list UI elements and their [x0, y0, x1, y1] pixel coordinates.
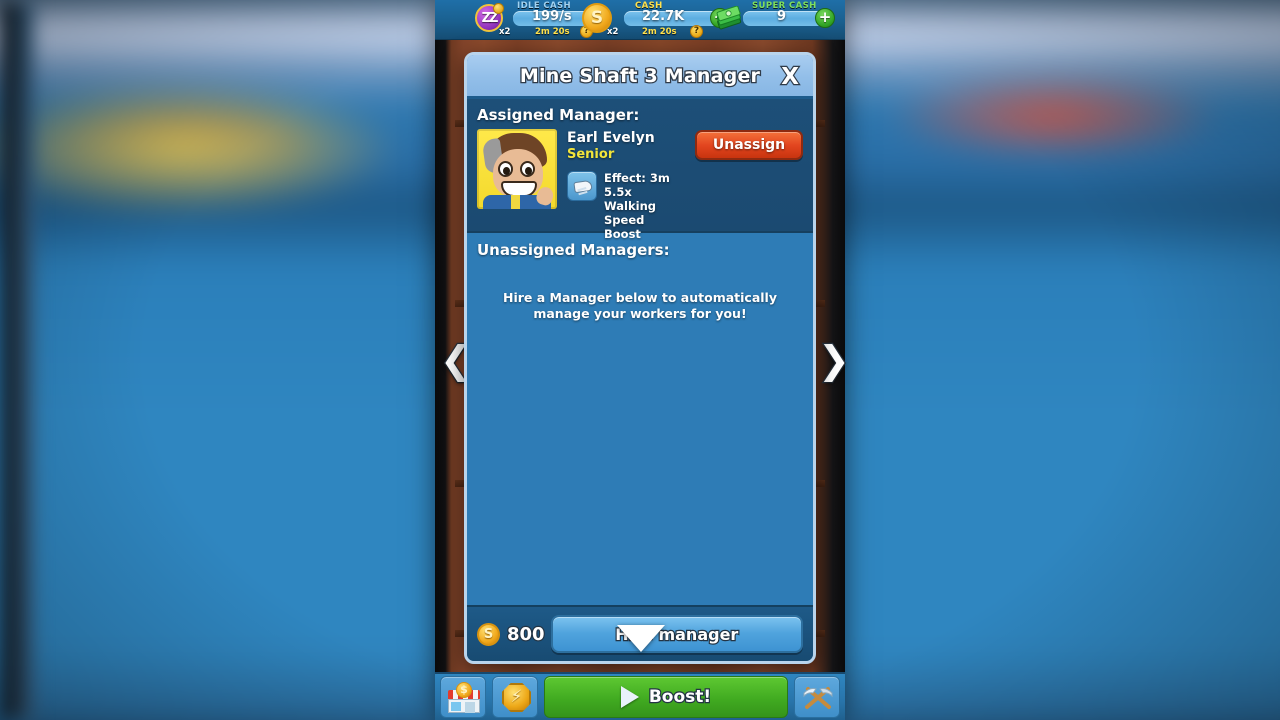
- hire-hint-line2: manage your workers for you!: [533, 306, 747, 321]
- cash-timer: 2m 20s: [642, 27, 677, 37]
- unassign-button[interactable]: Unassign: [695, 130, 803, 160]
- hire-price: S 800: [477, 622, 546, 646]
- avatar: [477, 129, 557, 209]
- idle-cash-timer: 2m 20s: [535, 27, 570, 37]
- unassigned-managers-heading: Unassigned Managers:: [477, 241, 670, 259]
- hire-manager-button[interactable]: Hire manager: [550, 615, 803, 653]
- unassigned-managers-list: Hire a Manager below to automatically ma…: [467, 290, 813, 622]
- pickaxe-shovel-icon[interactable]: [794, 676, 840, 718]
- hud-super-cash: SUPER CASH 9 +: [715, 0, 845, 40]
- super-cash-value: 9: [777, 9, 787, 24]
- idle-cash-value: 199/s: [532, 9, 572, 24]
- super-cash-add-button[interactable]: +: [815, 8, 835, 28]
- boost-token-icon[interactable]: ⚡: [492, 676, 538, 718]
- top-hud: ZZ IDLE CASH 199/s x2 2m 20s ? S CASH 22…: [435, 0, 845, 40]
- hud-cash: S CASH 22.7K x2 2m 20s ? +: [582, 0, 732, 40]
- hire-hint: Hire a Manager below to automatically ma…: [467, 290, 813, 322]
- hire-manager-label: Hire manager: [614, 623, 739, 644]
- cash-help-icon[interactable]: ?: [690, 25, 703, 38]
- cash-multiplier: x2: [607, 27, 619, 37]
- boost-button-label: Boost!: [648, 686, 713, 708]
- walking-speed-boot-icon: [567, 171, 597, 201]
- bottom-bar: $ ⚡ Boost!: [435, 672, 845, 720]
- manager-rank: Senior: [567, 147, 615, 162]
- manager-name: Earl Evelyn: [567, 130, 655, 146]
- modal-title-bar: Mine Shaft 3 Manager X: [467, 55, 813, 99]
- manager-info: Earl Evelyn Senior Effect: 3m 5.5x Walki…: [567, 129, 685, 241]
- effect-description-line2: Boost: [604, 227, 641, 241]
- effect-description-line1: 5.5x Walking Speed: [604, 185, 656, 227]
- assigned-manager-heading: Assigned Manager:: [477, 106, 640, 124]
- effect-duration: Effect: 3m: [604, 171, 670, 185]
- shop-icon[interactable]: $: [440, 676, 486, 718]
- assigned-manager-panel: Assigned Manager: Earl Evelyn Senior Eff…: [467, 99, 813, 241]
- page-title: Mine Shaft 3 Manager: [519, 63, 762, 88]
- play-icon: [620, 686, 639, 708]
- idle-cash-multiplier: x2: [499, 27, 511, 37]
- gold-coin-icon: S: [477, 622, 500, 646]
- next-shaft-arrow[interactable]: ❯: [817, 339, 851, 382]
- boost-button[interactable]: Boost!: [544, 676, 788, 718]
- cash-value: 22.7K: [642, 9, 685, 24]
- modal-footer: S 800 Hire manager: [467, 605, 813, 661]
- close-icon[interactable]: X: [780, 63, 800, 91]
- hire-price-value: 800: [506, 622, 546, 645]
- money-stack-icon: [716, 6, 742, 30]
- screen: ZZ IDLE CASH 199/s x2 2m 20s ? S CASH 22…: [0, 0, 1280, 720]
- hire-hint-line1: Hire a Manager below to automatically: [503, 290, 777, 305]
- manager-effect: Effect: 3m 5.5x Walking Speed Boost: [604, 171, 685, 241]
- manager-modal: Mine Shaft 3 Manager X Assigned Manager:…: [464, 52, 816, 664]
